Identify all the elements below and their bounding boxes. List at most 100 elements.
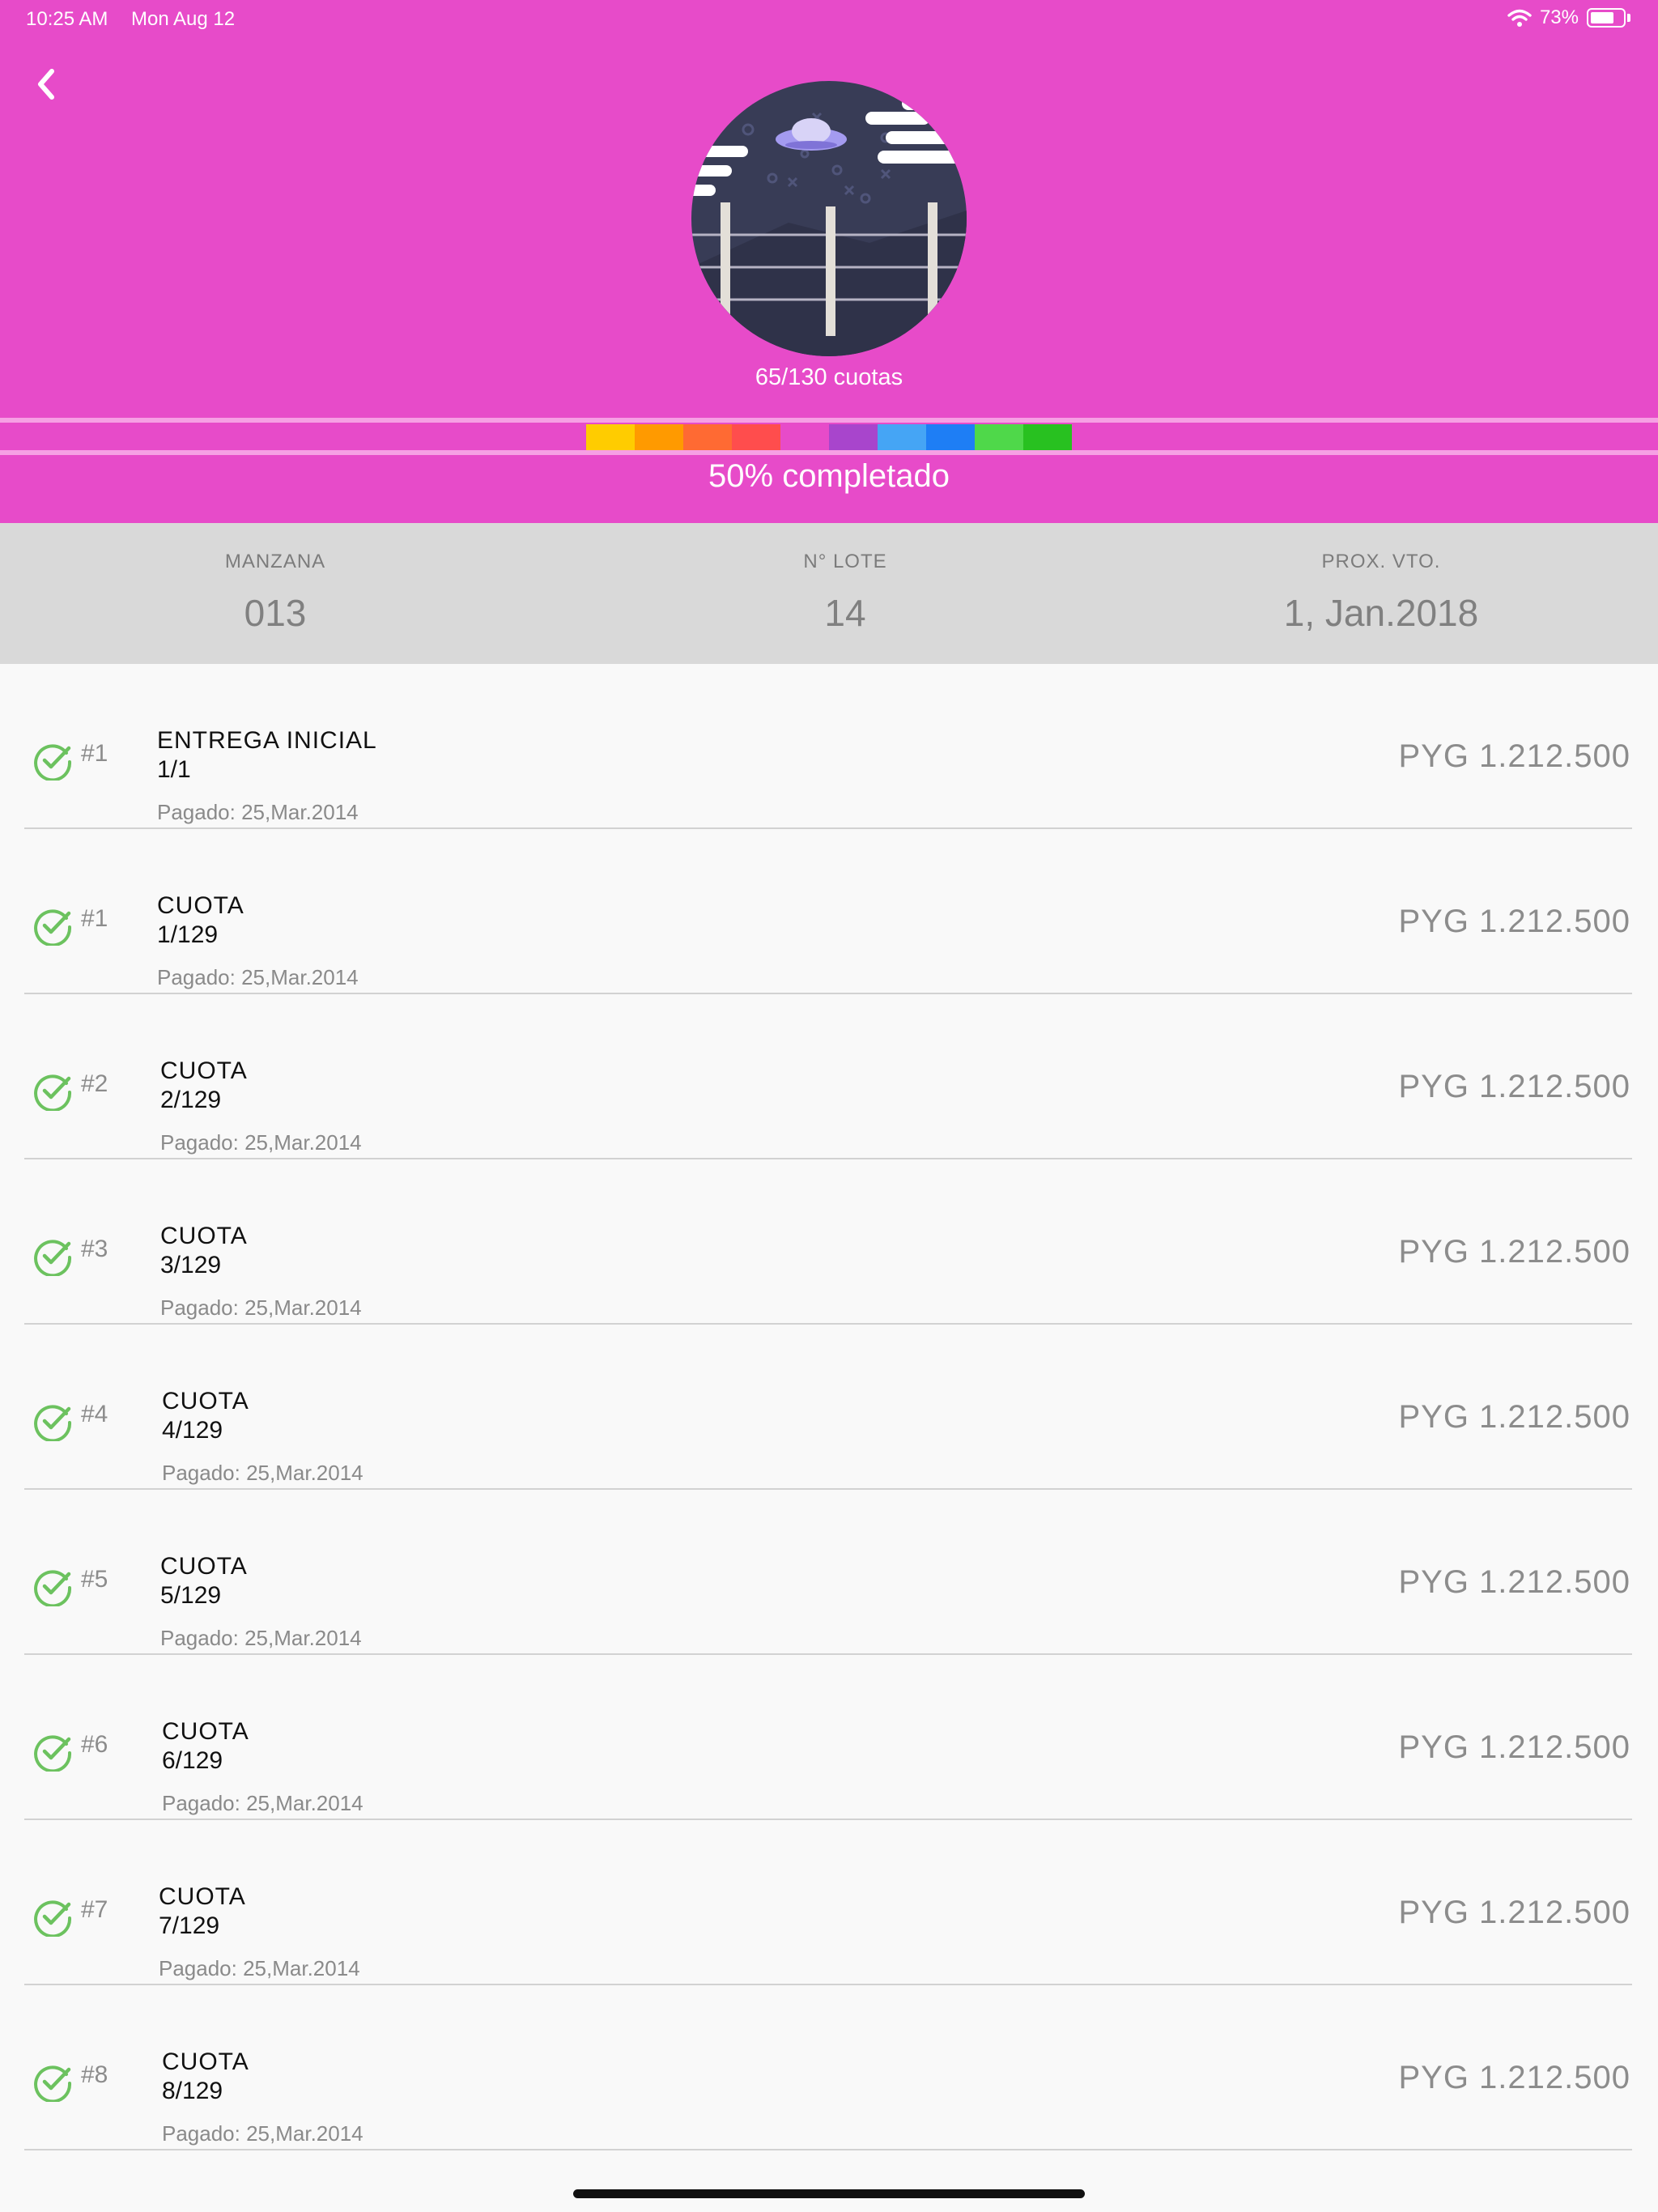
payment-row[interactable]: #3 CUOTA 3/129 Pagado: 25,Mar.2014 PYG 1.212… bbox=[0, 1159, 1658, 1325]
next-due-label: PROX. VTO. bbox=[1321, 551, 1441, 572]
payment-row[interactable]: #1 CUOTA 1/129 Pagado: 25,Mar.2014 PYG 1.212… bbox=[0, 829, 1658, 994]
payment-row[interactable]: #4 CUOTA 4/129 Pagado: 25,Mar.2014 PYG 1.212… bbox=[0, 1325, 1658, 1490]
payment-number: #3 bbox=[81, 1236, 108, 1262]
payment-number: #6 bbox=[81, 1731, 108, 1758]
progress-segment bbox=[586, 424, 635, 450]
payment-type: ENTREGA INICIAL bbox=[157, 727, 377, 754]
status-bar: 10:25 AM Mon Aug 12 73% bbox=[0, 0, 1658, 39]
chevron-left-icon bbox=[38, 69, 54, 100]
payment-paid-date: Pagado: 25,Mar.2014 bbox=[157, 965, 359, 989]
check-circle-icon bbox=[34, 744, 72, 781]
ufo-fence-illustration bbox=[691, 81, 967, 356]
payment-fraction: 1/129 bbox=[157, 921, 219, 948]
payment-paid-date: Pagado: 25,Mar.2014 bbox=[160, 1130, 362, 1155]
progress-segment bbox=[878, 424, 926, 450]
row-divider bbox=[24, 2149, 1632, 2150]
lote-value: 14 bbox=[824, 592, 866, 634]
check-circle-icon bbox=[34, 1240, 72, 1276]
payment-amount: PYG 1.212.500 bbox=[1398, 1234, 1630, 1270]
payment-type: CUOTA bbox=[157, 892, 244, 919]
payment-fraction: 6/129 bbox=[162, 1747, 223, 1774]
payment-type: CUOTA bbox=[162, 2048, 249, 2075]
payment-paid-date: Pagado: 25,Mar.2014 bbox=[159, 1956, 360, 1980]
progress-track-bottom bbox=[0, 450, 1658, 455]
progress-track-top bbox=[0, 418, 1658, 423]
payment-amount: PYG 1.212.500 bbox=[1398, 1564, 1630, 1600]
header: 10:25 AM Mon Aug 12 73% 65/130 cuotas 50… bbox=[0, 0, 1658, 523]
progress-segment bbox=[683, 424, 732, 450]
payment-type: CUOTA bbox=[160, 1057, 248, 1084]
progress-bar bbox=[586, 424, 1072, 450]
status-time: 10:25 AM bbox=[26, 8, 108, 30]
progress-segment bbox=[829, 424, 878, 450]
payment-amount: PYG 1.212.500 bbox=[1398, 1729, 1630, 1765]
payment-type: CUOTA bbox=[162, 1388, 249, 1414]
check-circle-icon bbox=[34, 2065, 72, 2102]
progress-segment bbox=[732, 424, 780, 450]
status-indicators: 73% bbox=[1507, 6, 1630, 29]
payment-row[interactable]: #1 ENTREGA INICIAL 1/1 Pagado: 25,Mar.2014 P… bbox=[0, 664, 1658, 829]
payment-fraction: 7/129 bbox=[159, 1912, 220, 1939]
battery-level bbox=[1591, 12, 1613, 23]
status-date: Mon Aug 12 bbox=[131, 8, 236, 30]
payment-number: #4 bbox=[81, 1401, 108, 1427]
payment-amount: PYG 1.212.500 bbox=[1398, 904, 1630, 939]
payment-paid-date: Pagado: 25,Mar.2014 bbox=[160, 1626, 362, 1650]
battery-tip bbox=[1627, 14, 1630, 22]
payment-row[interactable]: #8 CUOTA 8/129 Pagado: 25,Mar.2014 PYG 1.212… bbox=[0, 1985, 1658, 2150]
check-circle-icon bbox=[34, 909, 72, 946]
check-circle-icon bbox=[34, 1735, 72, 1772]
payment-row[interactable]: #6 CUOTA 6/129 Pagado: 25,Mar.2014 PYG 1.212… bbox=[0, 1655, 1658, 1820]
payment-paid-date: Pagado: 25,Mar.2014 bbox=[162, 1791, 363, 1815]
payment-paid-date: Pagado: 25,Mar.2014 bbox=[160, 1295, 362, 1320]
check-circle-icon bbox=[34, 1405, 72, 1441]
next-due-value: 1, Jan.2018 bbox=[1283, 592, 1479, 634]
home-indicator bbox=[573, 2189, 1085, 2198]
payment-row[interactable]: #2 CUOTA 2/129 Pagado: 25,Mar.2014 PYG 1.212… bbox=[0, 994, 1658, 1159]
check-circle-icon bbox=[34, 1074, 72, 1111]
payment-fraction: 3/129 bbox=[160, 1252, 222, 1278]
payment-fraction: 4/129 bbox=[162, 1417, 223, 1444]
payment-amount: PYG 1.212.500 bbox=[1398, 1895, 1630, 1930]
payment-row[interactable]: #7 CUOTA 7/129 Pagado: 25,Mar.2014 PYG 1.212… bbox=[0, 1820, 1658, 1985]
payment-number: #7 bbox=[81, 1896, 108, 1923]
payment-fraction: 5/129 bbox=[160, 1582, 222, 1609]
progress-segment bbox=[1023, 424, 1072, 450]
payment-number: #5 bbox=[81, 1566, 108, 1593]
payment-amount: PYG 1.212.500 bbox=[1398, 2060, 1630, 2095]
payment-paid-date: Pagado: 25,Mar.2014 bbox=[162, 2121, 363, 2146]
payment-number: #1 bbox=[81, 740, 108, 767]
payment-row[interactable]: #5 CUOTA 5/129 Pagado: 25,Mar.2014 PYG 1.212… bbox=[0, 1490, 1658, 1655]
battery-icon bbox=[1587, 8, 1626, 28]
payment-type: CUOTA bbox=[162, 1718, 249, 1745]
payment-number: #1 bbox=[81, 905, 108, 932]
progress-label: 50% completado bbox=[708, 458, 950, 494]
avatar bbox=[691, 81, 967, 356]
back-button[interactable] bbox=[28, 63, 66, 105]
manzana-label: MANZANA bbox=[224, 551, 326, 572]
progress-segment bbox=[975, 424, 1023, 450]
payment-type: CUOTA bbox=[160, 1553, 248, 1580]
payment-fraction: 1/1 bbox=[157, 756, 191, 783]
payment-paid-date: Pagado: 25,Mar.2014 bbox=[157, 800, 359, 824]
lot-info-bar: MANZANA 013 N° LOTE 14 PROX. VTO. 1, Jan… bbox=[0, 523, 1658, 664]
payment-fraction: 8/129 bbox=[162, 2078, 223, 2104]
manzana-value: 013 bbox=[244, 592, 307, 634]
payment-number: #8 bbox=[81, 2061, 108, 2088]
lote-label: N° LOTE bbox=[803, 551, 887, 572]
wifi-icon bbox=[1507, 9, 1532, 27]
progress-segment bbox=[926, 424, 975, 450]
payment-amount: PYG 1.212.500 bbox=[1398, 1399, 1630, 1435]
progress-segment bbox=[635, 424, 683, 450]
check-circle-icon bbox=[34, 1900, 72, 1937]
payment-type: CUOTA bbox=[160, 1223, 248, 1249]
payment-amount: PYG 1.212.500 bbox=[1398, 738, 1630, 774]
payment-paid-date: Pagado: 25,Mar.2014 bbox=[162, 1461, 363, 1485]
quota-count: 65/130 cuotas bbox=[755, 364, 903, 390]
payment-fraction: 2/129 bbox=[160, 1087, 222, 1113]
battery-percent: 73% bbox=[1539, 6, 1579, 28]
progress-segment bbox=[780, 424, 829, 450]
payment-number: #2 bbox=[81, 1070, 108, 1097]
check-circle-icon bbox=[34, 1570, 72, 1606]
payment-amount: PYG 1.212.500 bbox=[1398, 1069, 1630, 1104]
